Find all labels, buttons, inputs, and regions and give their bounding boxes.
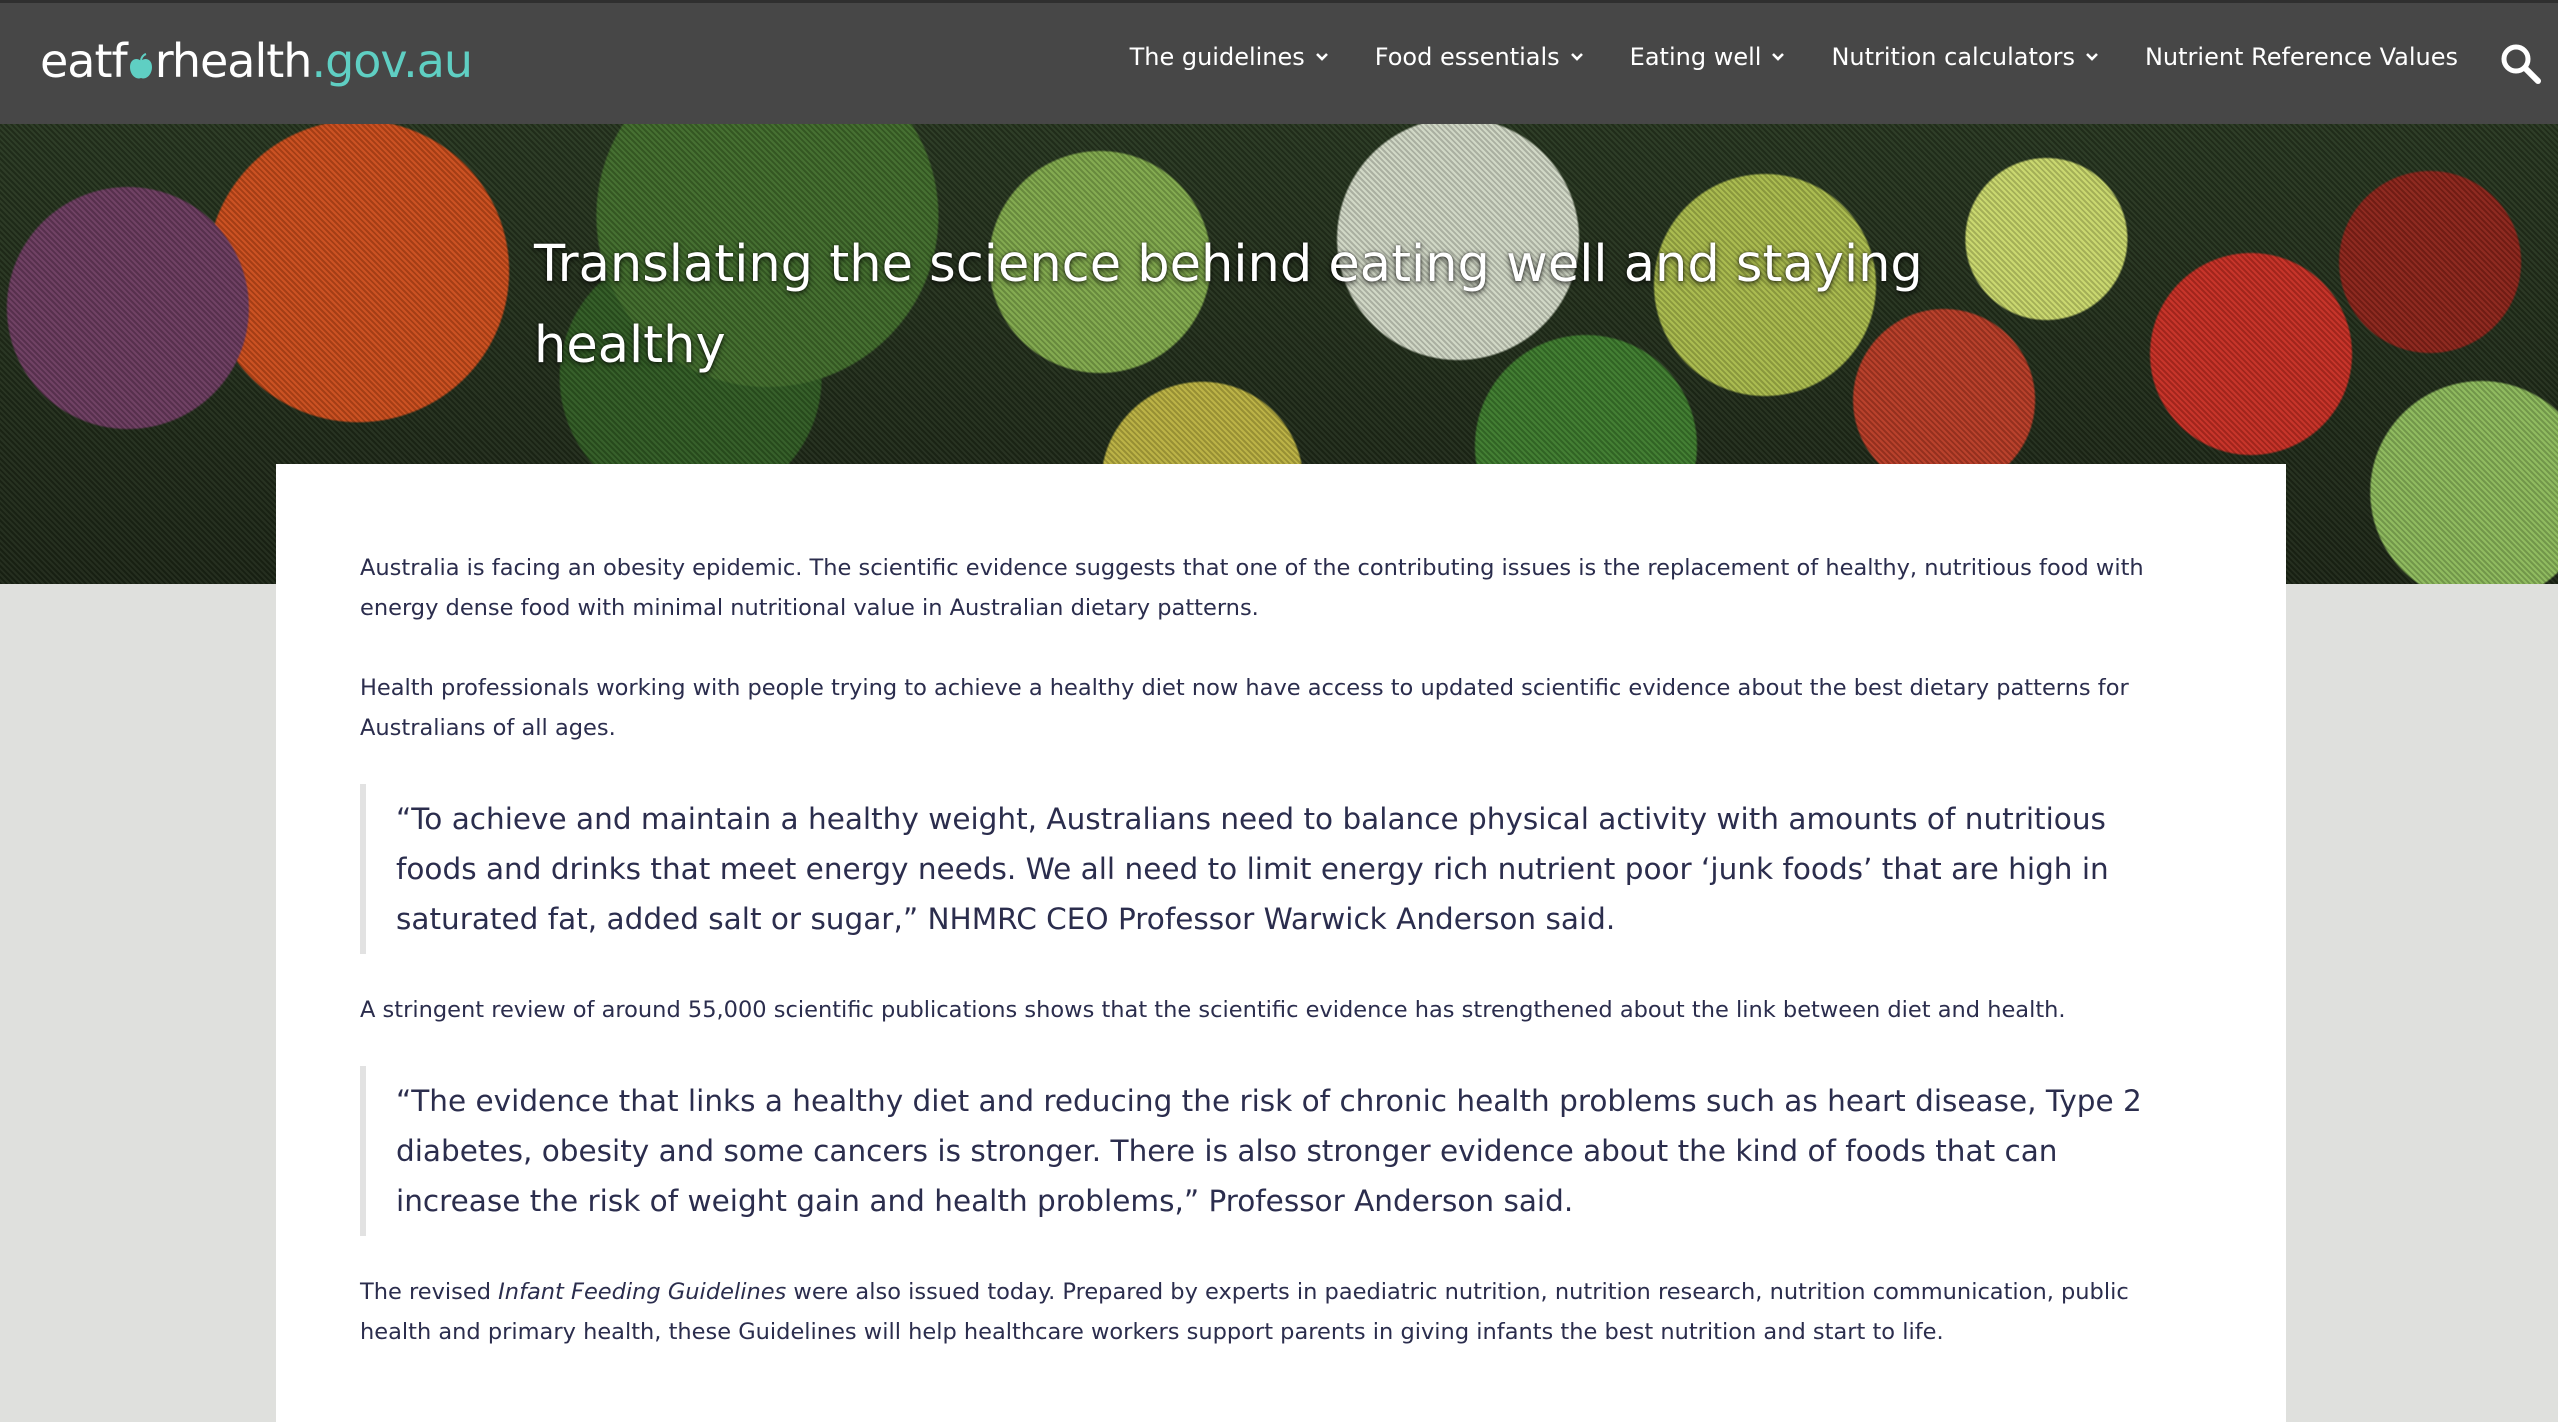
site-logo[interactable]: eatf rhealth.gov.au: [40, 31, 473, 91]
text-run: The revised: [360, 1279, 499, 1305]
nav-item-nutrient-reference-values[interactable]: Nutrient Reference Values: [2145, 43, 2458, 71]
apple-icon: [129, 53, 152, 79]
nav-item-label: Food essentials: [1374, 43, 1560, 71]
nav-item-food-essentials[interactable]: Food essentials: [1375, 43, 1584, 71]
nav-item-label: Nutrition calculators: [1831, 43, 2075, 71]
nav-item-nutrition-calculators[interactable]: Nutrition calculators: [1831, 43, 2099, 71]
article-paragraph: The revised Infant Feeding Guidelines we…: [360, 1272, 2180, 1352]
chevron-down-icon: [1772, 53, 1785, 61]
logo-text-part2: rhealth: [154, 34, 313, 88]
nav-item-eating-well[interactable]: Eating well: [1630, 43, 1786, 71]
nav-item-the-guidelines[interactable]: The guidelines: [1130, 43, 1329, 71]
chevron-down-icon: [1570, 53, 1583, 61]
site-header: eatf rhealth.gov.au The guidelines Food e…: [0, 0, 2558, 124]
article-blockquote: “The evidence that links a healthy diet …: [360, 1066, 2180, 1236]
article-blockquote: “To achieve and maintain a healthy weigh…: [360, 784, 2180, 954]
page-title: Translating the science behind eating we…: [534, 235, 1923, 375]
search-icon[interactable]: [2498, 41, 2542, 85]
chevron-down-icon: [1315, 53, 1328, 61]
article-body: Australia is facing an obesity epidemic.…: [360, 548, 2180, 1352]
article-paragraph: Health professionals working with people…: [360, 675, 2129, 741]
nav-item-label: Eating well: [1629, 43, 1762, 71]
nav-item-label: Nutrient Reference Values: [2144, 43, 2458, 71]
article-paragraph: Australia is facing an obesity epidemic.…: [360, 555, 2144, 621]
nav-item-label: The guidelines: [1129, 43, 1305, 71]
publication-title: Infant Feeding Guidelines: [498, 1279, 787, 1305]
content-card: Australia is facing an obesity epidemic.…: [276, 464, 2286, 1422]
article-paragraph: A stringent review of around 55,000 scie…: [360, 997, 2066, 1023]
chevron-down-icon: [2086, 53, 2098, 61]
main-nav: The guidelines Food essentials Eating we…: [1130, 43, 2458, 71]
logo-text-part1: eatf: [40, 34, 128, 88]
logo-text-part3: .gov.au: [311, 34, 473, 88]
